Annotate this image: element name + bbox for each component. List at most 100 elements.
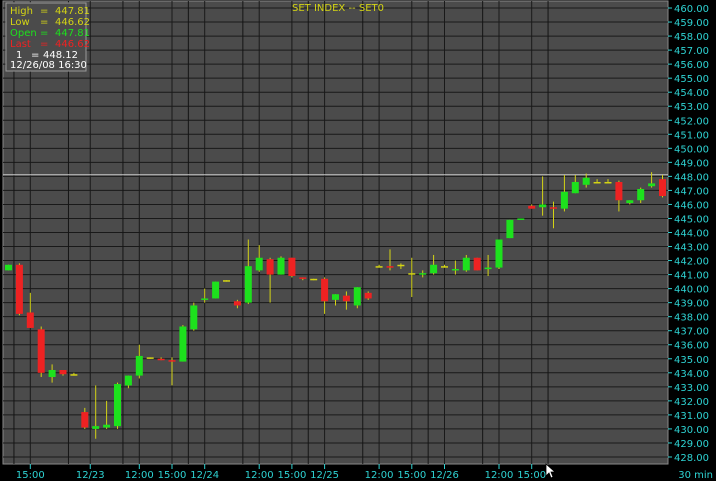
- y-tick-label: 428.00: [674, 453, 709, 464]
- candle: [223, 280, 230, 282]
- candle: [146, 357, 154, 359]
- y-tick-label: 459.00: [674, 18, 709, 29]
- candle-body: [5, 264, 12, 271]
- y-tick-label: 438.00: [674, 313, 709, 324]
- candle-body: [462, 257, 470, 271]
- y-tick-label: 436.00: [674, 341, 709, 352]
- candle-body: [124, 375, 132, 386]
- y-tick-label: 450.00: [674, 144, 709, 155]
- y-tick-label: 430.00: [674, 425, 709, 436]
- candle-body: [615, 181, 623, 201]
- y-tick-label: 429.00: [674, 439, 709, 450]
- candle-body: [103, 424, 111, 428]
- candle-body: [15, 264, 23, 314]
- y-tick-label: 442.00: [674, 257, 709, 268]
- candle-body: [212, 281, 220, 299]
- y-tick-label: 452.00: [674, 116, 709, 127]
- candle-body: [582, 177, 590, 185]
- candle: [310, 278, 318, 281]
- info-last-value: 446.62: [55, 39, 90, 50]
- y-tick-label: 448.00: [674, 172, 709, 183]
- interval-label: 30 min: [678, 470, 713, 481]
- y-tick-label: 435.00: [674, 355, 709, 366]
- y-tick-label: 432.00: [674, 397, 709, 408]
- candle-body: [321, 278, 329, 302]
- candle-body: [201, 298, 209, 300]
- x-tick-label: 15:00: [517, 470, 546, 481]
- candle: [288, 257, 296, 278]
- candle-body: [146, 357, 154, 359]
- candle-body: [353, 287, 361, 306]
- chart-title: SET INDEX -- SET0: [292, 3, 384, 14]
- y-tick-label: 434.00: [674, 369, 709, 380]
- candle-body: [157, 358, 165, 361]
- candle-body: [560, 191, 568, 209]
- candle-body: [550, 207, 557, 209]
- candle-body: [528, 205, 536, 209]
- candle-body: [451, 268, 459, 271]
- y-tick-label: 431.00: [674, 411, 709, 422]
- candle-body: [233, 301, 241, 306]
- candle-body: [506, 219, 514, 239]
- y-tick-label: 444.00: [674, 229, 709, 240]
- info-high-value: 447.81: [55, 6, 90, 17]
- candle-body: [277, 257, 285, 275]
- candle-body: [604, 181, 612, 184]
- x-tick-label: 12/26: [430, 470, 459, 481]
- candle-body: [288, 257, 296, 276]
- y-tick-label: 460.00: [674, 4, 709, 15]
- candle-body: [408, 273, 416, 275]
- candle-body: [430, 264, 438, 274]
- candle-body: [223, 280, 230, 282]
- candle-body: [539, 204, 547, 208]
- y-tick-label: 458.00: [674, 32, 709, 43]
- candle-body: [375, 266, 383, 268]
- candle: [212, 281, 220, 299]
- candle-body: [179, 326, 187, 362]
- candle-body: [244, 266, 252, 303]
- y-tick-label: 455.00: [674, 74, 709, 85]
- y-tick-label: 437.00: [674, 327, 709, 338]
- candle-body: [70, 374, 78, 376]
- candle-body: [59, 369, 67, 375]
- info-low-value: 446.62: [55, 17, 90, 28]
- y-tick-label: 440.00: [674, 285, 709, 296]
- x-tick-label: 15:00: [397, 470, 426, 481]
- candle: [179, 325, 187, 362]
- y-tick-label: 433.00: [674, 383, 709, 394]
- candle-body: [168, 360, 176, 362]
- candle-body: [81, 412, 89, 428]
- x-tick-label: 12:00: [245, 470, 274, 481]
- info-low-eq: =: [40, 17, 48, 28]
- candle-body: [26, 312, 34, 328]
- y-tick-label: 457.00: [674, 46, 709, 57]
- candle-body: [114, 384, 121, 427]
- x-tick-label: 15:00: [16, 470, 45, 481]
- candle: [495, 239, 503, 269]
- x-tick-label: 12/23: [76, 470, 105, 481]
- info-open-eq: =: [40, 28, 48, 39]
- info-last-eq: =: [40, 39, 48, 50]
- candle-body: [386, 266, 394, 268]
- info-box: High = 447.81 Low = 446.62 Open = 447.81…: [5, 2, 90, 72]
- x-tick-label: 12/25: [310, 470, 339, 481]
- candle: [473, 257, 481, 271]
- candlestick-chart[interactable]: 428.00 429.00 430.00 431.00 432.00 433.00 434.…: [0, 0, 716, 481]
- x-tick-label: 12:00: [365, 470, 394, 481]
- candle-body: [397, 264, 405, 267]
- candle: [15, 263, 23, 316]
- candle-body: [495, 239, 503, 268]
- candle-body: [517, 218, 525, 220]
- y-tick-label: 441.00: [674, 271, 709, 282]
- candle-body: [419, 273, 427, 275]
- candle-body: [255, 257, 263, 271]
- info-high-eq: =: [40, 6, 48, 17]
- y-tick-label: 447.00: [674, 186, 709, 197]
- candle: [353, 287, 361, 309]
- candle-body: [92, 426, 100, 429]
- info-open-value: 447.81: [55, 28, 90, 39]
- info-low-label: Low: [10, 17, 30, 28]
- info-high-label: High: [10, 6, 33, 17]
- candle: [277, 256, 285, 275]
- y-tick-label: 451.00: [674, 130, 709, 141]
